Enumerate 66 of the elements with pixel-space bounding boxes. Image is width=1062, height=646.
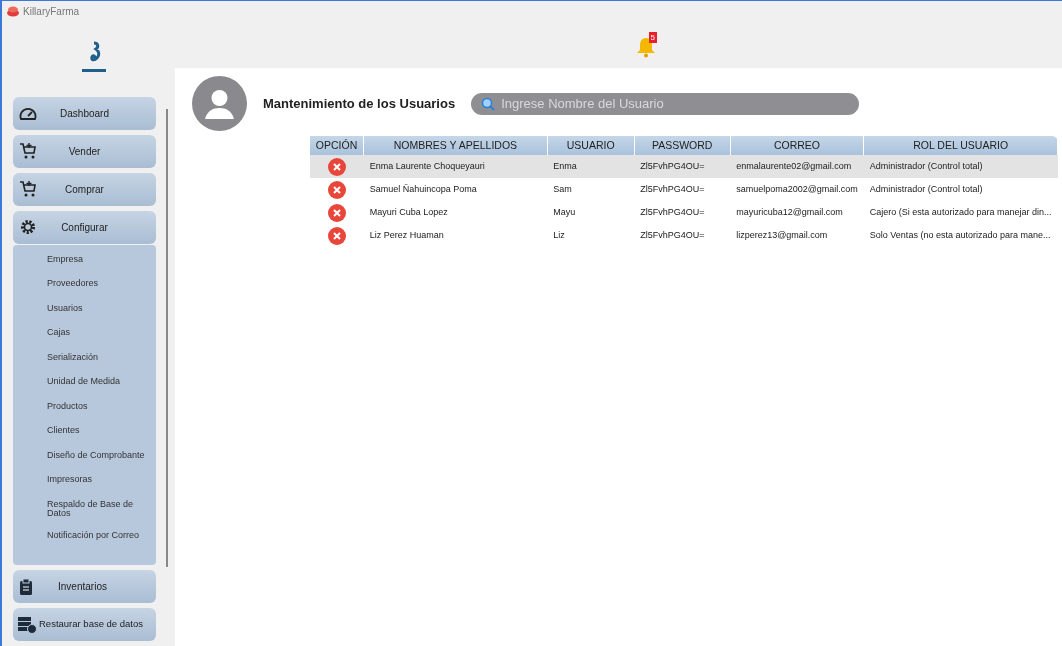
submenu-item[interactable]: Proveedores bbox=[47, 273, 147, 298]
table-cell: Administrador (Control total) bbox=[863, 155, 1058, 178]
table-cell-text: Solo Ventas (no esta autorizado para mane... bbox=[868, 228, 1052, 242]
column-header: PASSWORD bbox=[634, 136, 731, 155]
table-cell: Zl5FvhPG4OU= bbox=[634, 178, 731, 201]
delete-button[interactable] bbox=[327, 203, 346, 222]
table-cell-text: lizperez13@gmail.com bbox=[735, 228, 829, 242]
submenu-item[interactable]: Empresa bbox=[47, 248, 147, 274]
column-header: NOMBRES Y APELLIDOS bbox=[363, 136, 548, 155]
submenu-item[interactable]: Serialización bbox=[47, 346, 147, 372]
table-cell-text: Cajero (Si esta autorizado para manejar din... bbox=[868, 205, 1053, 219]
cart-icon bbox=[19, 180, 37, 199]
submenu-item[interactable]: Clientes bbox=[47, 420, 147, 445]
submenu-item[interactable]: Diseño de Comprobante bbox=[47, 444, 147, 470]
submenu-item[interactable]: Unidad de Medida bbox=[47, 371, 147, 396]
page-title: Mantenimiento de los Usuarios bbox=[263, 94, 456, 113]
table-cell: Sam bbox=[547, 178, 635, 201]
submenu-item[interactable]: Impresoras bbox=[47, 469, 147, 494]
delete-button[interactable] bbox=[327, 226, 346, 245]
table-cell: Enma Laurente Choqueyauri bbox=[363, 155, 548, 178]
close-icon bbox=[332, 231, 341, 240]
database-icon bbox=[17, 615, 37, 634]
table-cell: Enma bbox=[547, 155, 635, 178]
sidebar-button[interactable]: Vender bbox=[13, 134, 156, 168]
column-header: OPCIÓN bbox=[310, 136, 364, 155]
sidebar-button[interactable]: Restaurar base de datos bbox=[13, 608, 156, 641]
cart-icon bbox=[19, 142, 37, 161]
close-icon bbox=[332, 185, 341, 194]
search-field[interactable]: Ingrese Nombre del Usuario bbox=[471, 92, 860, 115]
table-cell-text: Mayuri Cuba Lopez bbox=[368, 205, 449, 219]
table-cell-text: Zl5FvhPG4OU= bbox=[639, 205, 706, 219]
sidebar-button[interactable]: Dashboard bbox=[13, 96, 156, 130]
scrollbar[interactable] bbox=[166, 109, 168, 567]
column-header: ROL DEL USUARIO bbox=[863, 136, 1058, 155]
table-cell: Zl5FvhPG4OU= bbox=[634, 155, 731, 178]
table-cell-text: Liz bbox=[552, 228, 566, 242]
user-avatar-icon bbox=[192, 76, 247, 131]
table-cell: Administrador (Control total) bbox=[863, 178, 1058, 201]
column-header: USUARIO bbox=[547, 136, 635, 155]
table-cell-text: Mayu bbox=[552, 205, 577, 219]
column-header: CORREO bbox=[730, 136, 864, 155]
table-cell-text: mayuricuba12@gmail.com bbox=[735, 205, 844, 219]
close-icon bbox=[332, 208, 341, 217]
app-logo-icon bbox=[6, 5, 20, 17]
search-icon bbox=[481, 96, 496, 111]
submenu-item[interactable]: Usuarios bbox=[47, 297, 147, 323]
delete-button[interactable] bbox=[327, 157, 346, 176]
gear-icon bbox=[19, 218, 37, 237]
submenu-item[interactable]: Notificación por Correo bbox=[47, 524, 147, 550]
delete-button[interactable] bbox=[327, 180, 346, 199]
table-cell-text: Liz Perez Huaman bbox=[368, 228, 445, 242]
table-cell: samuelpoma2002@gmail.com bbox=[730, 178, 864, 201]
submenu-item[interactable]: Respaldo de Base de Datos bbox=[47, 493, 147, 525]
table-cell-text: Zl5FvhPG4OU= bbox=[639, 228, 706, 242]
clipboard-icon bbox=[19, 577, 33, 596]
close-icon bbox=[332, 162, 341, 171]
sidebar-button[interactable]: Inventarios bbox=[13, 570, 156, 604]
sidebar-button[interactable]: Configurar bbox=[13, 210, 156, 244]
sidebar-button[interactable]: Comprar bbox=[13, 172, 156, 206]
submenu-item[interactable]: Cajas bbox=[47, 322, 147, 347]
notification-badge: 5 bbox=[648, 31, 657, 43]
window-title: KillaryFarma bbox=[23, 4, 80, 19]
submenu-item[interactable]: Productos bbox=[47, 395, 147, 421]
table-cell: enmalaurente02@gmail.com bbox=[730, 155, 864, 178]
gauge-icon bbox=[19, 105, 37, 122]
table-cell: Samuel Ñahuincopa Poma bbox=[363, 178, 548, 201]
